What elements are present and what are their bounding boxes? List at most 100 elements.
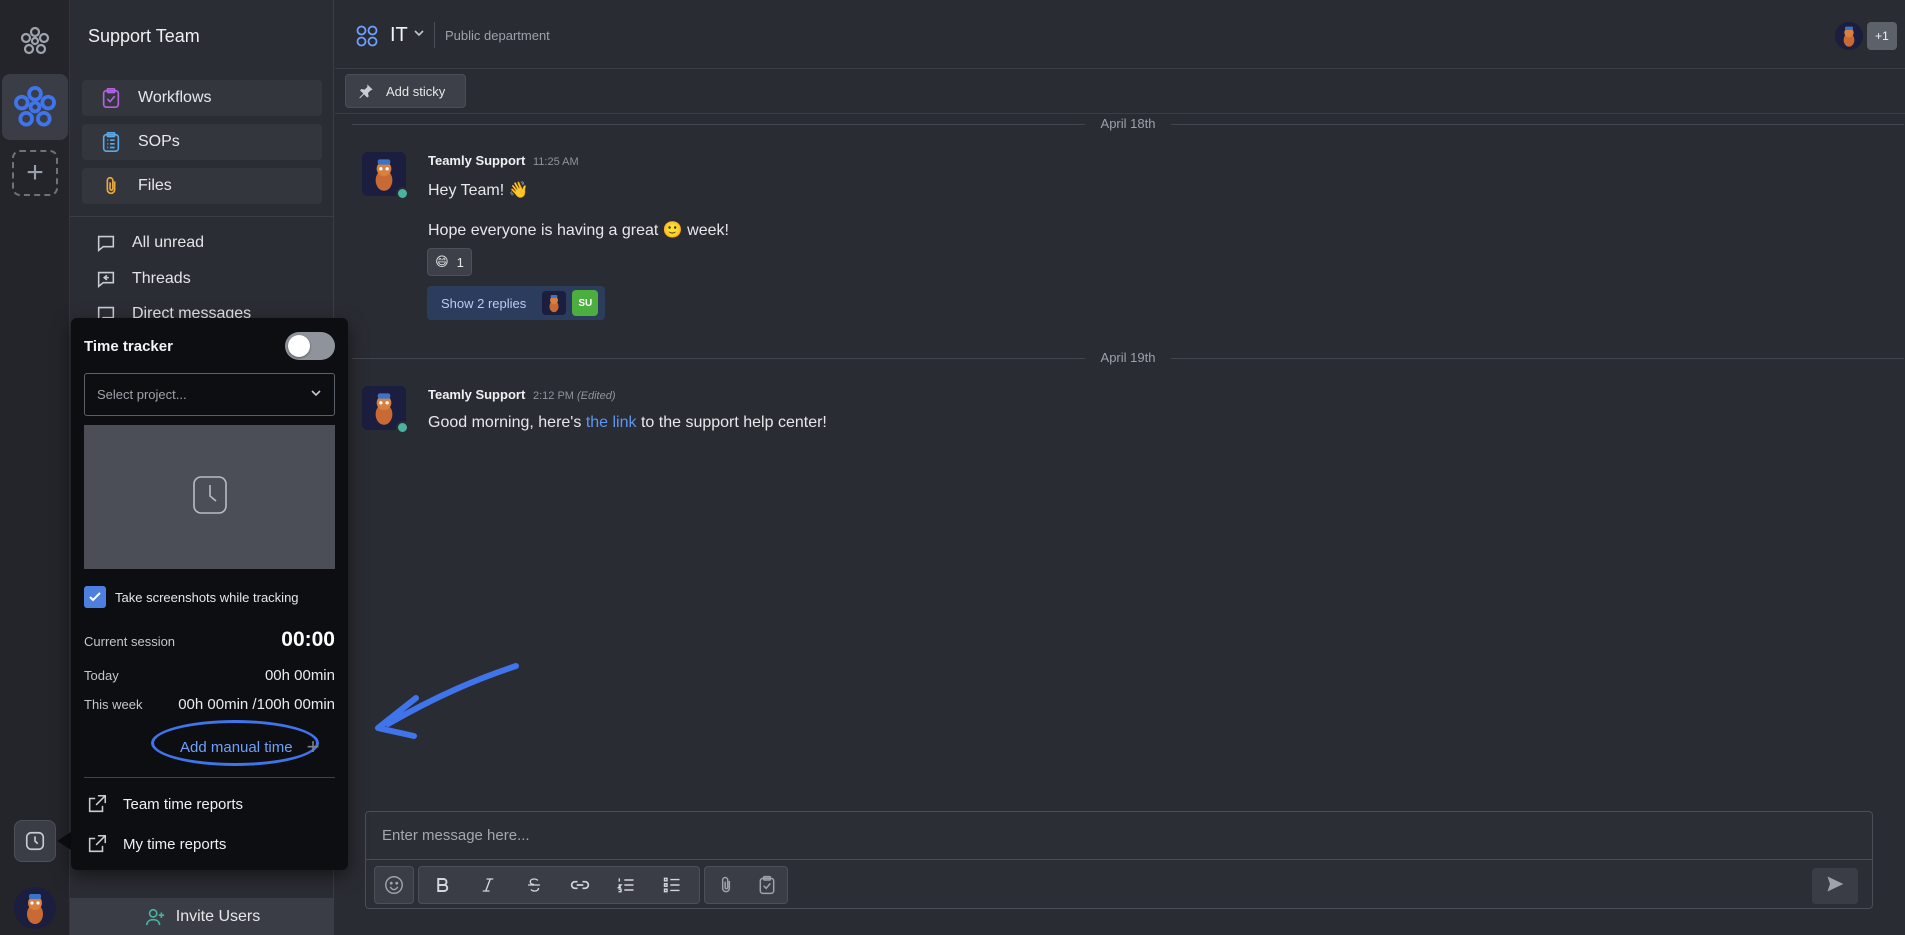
time-tracker-popover: Time tracker Select project... Take scre… [71, 318, 348, 870]
plus-icon: + [306, 734, 320, 759]
pin-icon [358, 83, 374, 99]
message-time: 2:12 PM [533, 390, 574, 402]
date-separator: April 18th [352, 114, 1904, 134]
app-logo-icon[interactable] [16, 22, 54, 60]
time-tracker-clock-icon[interactable] [14, 820, 56, 862]
add-sticky-button[interactable]: Add sticky [345, 74, 466, 108]
send-icon [1825, 874, 1845, 899]
team-time-reports-link[interactable]: Team time reports [84, 791, 243, 817]
sidebar-item-files[interactable]: Files [82, 168, 322, 204]
my-time-reports-link[interactable]: My time reports [84, 831, 226, 857]
app-rail: + [0, 0, 70, 935]
this-week-label: This week [84, 697, 143, 712]
message-author[interactable]: Teamly Support [428, 153, 525, 168]
formatting-toolbar [418, 866, 700, 904]
link-button[interactable] [557, 867, 603, 903]
smiley-icon [375, 867, 413, 903]
list-clipboard-icon [98, 129, 124, 155]
invite-users-button[interactable]: Invite Users [70, 898, 334, 935]
add-manual-time-button[interactable]: Add manual time + [180, 736, 319, 758]
chevron-down-icon[interactable] [413, 26, 425, 44]
popover-pointer [57, 832, 71, 850]
sidebar-item-all-unread[interactable]: All unread [94, 230, 204, 256]
attach-workflow-button[interactable] [746, 867, 787, 903]
help-center-link[interactable]: the link [586, 414, 637, 431]
team-name[interactable]: Support Team [88, 26, 200, 47]
add-workspace-button[interactable]: + [12, 150, 58, 196]
message-text: Hey Team! 👋 [428, 182, 529, 199]
replier-initials-avatar: SU [572, 290, 599, 316]
my-time-reports-label: My time reports [123, 835, 227, 853]
channel-description: Public department [445, 28, 550, 43]
bulleted-list-button[interactable] [649, 867, 695, 903]
screenshot-option[interactable]: Take screenshots while tracking [84, 586, 299, 608]
show-replies-button[interactable]: Show 2 replies SU [427, 286, 605, 320]
online-status-indicator [396, 421, 409, 434]
channel-header: IT Public department +1 [335, 0, 1905, 69]
external-link-icon [84, 831, 110, 857]
numbered-list-button[interactable] [603, 867, 649, 903]
sidebar-divider [70, 216, 334, 217]
replies-label: Show 2 replies [441, 295, 527, 311]
italic-button[interactable] [465, 867, 511, 903]
this-week-value: 00h 00min /100h 00min [178, 696, 335, 713]
sidebar-item-label: Threads [132, 270, 191, 287]
department-icon [355, 24, 379, 53]
team-time-reports-label: Team time reports [123, 795, 244, 813]
add-user-icon [144, 907, 166, 927]
annotation-arrow-icon [375, 663, 519, 739]
time-tracker-title: Time tracker [84, 338, 173, 355]
message-text-part: Good morning, here's [428, 414, 586, 431]
message-input[interactable] [366, 812, 1872, 860]
external-link-icon [84, 791, 110, 817]
send-button[interactable] [1812, 868, 1858, 904]
today-value: 00h 00min [264, 667, 335, 684]
message-author[interactable]: Teamly Support [428, 387, 525, 402]
chat-bubble-icon [94, 231, 118, 255]
chevron-down-icon [310, 387, 322, 402]
member-avatar[interactable] [1835, 22, 1863, 50]
strikethrough-button[interactable] [511, 867, 557, 903]
message-composer [365, 811, 1873, 909]
sidebar-item-label: SOPs [138, 133, 180, 150]
project-select-placeholder: Select project... [97, 387, 187, 402]
today-label: Today [84, 668, 119, 683]
sidebar-item-label: Workflows [138, 89, 212, 106]
message-text: Good morning, here's the link to the sup… [428, 414, 827, 432]
screenshot-preview [84, 425, 335, 569]
attach-file-button[interactable] [705, 867, 746, 903]
message-text-part: to the support help center! [636, 414, 827, 431]
screenshot-checkbox[interactable] [84, 586, 106, 608]
project-select[interactable]: Select project... [84, 373, 335, 416]
member-overflow-count[interactable]: +1 [1867, 22, 1897, 50]
add-sticky-label: Add sticky [386, 83, 446, 99]
header-divider [434, 22, 435, 48]
clipboard-check-icon [98, 85, 124, 111]
workspace-team-icon[interactable] [2, 74, 68, 140]
sticky-toolbar: Add sticky [335, 70, 1905, 114]
reaction-chip[interactable]: 😄 1 [427, 248, 472, 276]
message-time: 11:25 AM [533, 156, 579, 168]
user-avatar[interactable] [14, 887, 56, 929]
paperclip-icon [98, 173, 124, 199]
sidebar-item-workflows[interactable]: Workflows [82, 80, 322, 116]
invite-users-label: Invite Users [175, 907, 261, 925]
screenshot-label: Take screenshots while tracking [115, 589, 299, 605]
replier-avatar [542, 291, 567, 315]
threads-icon [94, 267, 118, 291]
online-status-indicator [396, 187, 409, 200]
bold-button[interactable] [419, 867, 465, 903]
date-label: April 18th [1084, 116, 1172, 131]
time-tracker-toggle[interactable] [285, 332, 335, 360]
sidebar-item-sops[interactable]: SOPs [82, 124, 322, 160]
sidebar-item-label: All unread [132, 234, 205, 251]
popover-divider [84, 777, 335, 778]
sidebar-item-threads[interactable]: Threads [94, 266, 191, 292]
sidebar-item-label: Files [138, 177, 172, 194]
current-session-label: Current session [84, 634, 176, 649]
channel-name[interactable]: IT [390, 24, 408, 47]
attachment-toolbar [704, 866, 788, 904]
date-separator: April 19th [352, 348, 1904, 368]
clock-icon [192, 475, 228, 520]
emoji-button[interactable] [374, 866, 414, 904]
